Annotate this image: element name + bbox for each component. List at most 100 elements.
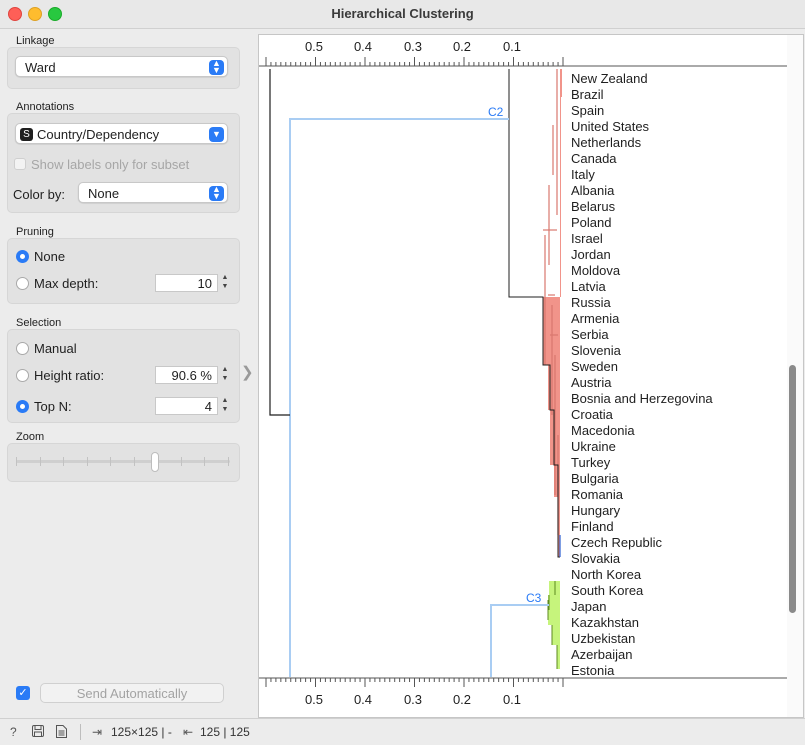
chevron-updown-icon: ▲ ▼	[209, 59, 224, 75]
title-bar: Hierarchical Clustering	[0, 0, 805, 29]
leaf-label[interactable]: Japan	[571, 599, 606, 614]
leaf-label[interactable]: Croatia	[571, 407, 614, 422]
leaf-label[interactable]: Sweden	[571, 359, 618, 374]
leaf-label[interactable]: Czech Republic	[571, 535, 663, 550]
root-branch	[269, 69, 290, 416]
max-depth-label: Max depth:	[34, 276, 99, 291]
leaf-label[interactable]: Azerbaijan	[571, 647, 632, 662]
zoom-box	[7, 443, 240, 482]
leaf-label[interactable]: Kazakhstan	[571, 615, 639, 630]
top-tick-0: 0.5	[305, 39, 323, 54]
cluster-label-c2: C2	[488, 105, 504, 119]
collapse-panel-arrow-icon[interactable]: ❯	[241, 363, 254, 381]
input-dims: 125×125 | -	[111, 725, 172, 739]
leaf-label[interactable]: Austria	[571, 375, 612, 390]
zoom-slider-tick	[86, 457, 88, 466]
leaf-label[interactable]: Uzbekistan	[571, 631, 635, 646]
top-n-input[interactable]: 4	[155, 397, 218, 415]
pruning-max-depth-radio[interactable]	[16, 277, 29, 290]
max-depth-input[interactable]: 10	[155, 274, 218, 292]
top-tick-1: 0.4	[354, 39, 372, 54]
height-ratio-stepper[interactable]: ▲ ▼	[220, 365, 230, 385]
chevron-down-icon: ▼	[209, 127, 224, 142]
help-icon[interactable]: ?	[10, 725, 17, 739]
leaf-label[interactable]: Latvia	[571, 279, 606, 294]
annotations-value: Country/Dependency	[37, 127, 160, 142]
leaf-label[interactable]: South Korea	[571, 583, 644, 598]
height-ratio-input[interactable]: 90.6 %	[155, 366, 218, 384]
leaf-label[interactable]: Italy	[571, 167, 595, 182]
selection-box: Manual Height ratio: 90.6 % ▲ ▼ Top N: 4 …	[7, 329, 240, 423]
zoom-section-label: Zoom	[16, 431, 45, 443]
pruning-section-label: Pruning	[16, 226, 54, 238]
height-ratio-label: Height ratio:	[34, 368, 105, 383]
zoom-slider-knob[interactable]	[151, 452, 160, 472]
top-tick-2: 0.3	[404, 39, 422, 54]
chevron-updown-icon: ▲ ▼	[209, 185, 224, 201]
leaf-label[interactable]: Russia	[571, 295, 612, 310]
annotations-select[interactable]: S Country/Dependency ▼	[15, 123, 228, 144]
status-bar: ? ⇥ 125×125 | - ⇤ 125 | 125	[0, 718, 805, 745]
leaf-label[interactable]: Hungary	[571, 503, 621, 518]
leaf-label[interactable]: Romania	[571, 487, 624, 502]
pruning-none-radio[interactable]	[16, 250, 29, 263]
status-divider	[80, 724, 81, 740]
subset-labels-label: Show labels only for subset	[31, 157, 190, 172]
pruning-none-label: None	[34, 249, 66, 264]
selection-section-label: Selection	[16, 317, 62, 329]
leaf-label[interactable]: Serbia	[571, 327, 609, 342]
bottom-tick-1: 0.4	[354, 692, 372, 707]
top-n-stepper[interactable]: ▲ ▼	[220, 396, 230, 416]
leaf-label[interactable]: North Korea	[571, 567, 642, 582]
cluster-c2-fill[interactable]	[509, 69, 562, 557]
selection-top-n-radio[interactable]	[16, 400, 29, 413]
leaf-label[interactable]: United States	[571, 119, 650, 134]
linkage-value: Ward	[25, 60, 56, 75]
leaf-label[interactable]: Poland	[571, 215, 611, 230]
leaf-label[interactable]: Armenia	[571, 311, 620, 326]
leaf-label[interactable]: Spain	[571, 103, 604, 118]
selection-height-ratio-radio[interactable]	[16, 369, 29, 382]
leaf-label[interactable]: Moldova	[571, 263, 621, 278]
dendrogram-view[interactable]: Lebanon New ZealandBrazilSpainUnited Sta…	[258, 34, 804, 718]
linkage-select[interactable]: Ward ▲ ▼	[15, 56, 228, 77]
annotations-section-label: Annotations	[16, 101, 75, 113]
scrollbar-thumb[interactable]	[789, 365, 796, 613]
manual-label: Manual	[34, 341, 77, 356]
output-icon: ⇤	[183, 725, 194, 739]
max-depth-stepper[interactable]: ▲ ▼	[220, 273, 230, 293]
leaf-label[interactable]: Belarus	[571, 199, 616, 214]
leaf-label[interactable]: Brazil	[571, 87, 604, 102]
leaf-label[interactable]: Macedonia	[571, 423, 635, 438]
zoom-slider-tick	[133, 457, 135, 466]
leaf-label[interactable]: New Zealand	[571, 71, 648, 86]
report-icon[interactable]	[56, 725, 67, 741]
send-automatically-button[interactable]: Send Automatically	[40, 683, 224, 703]
subset-labels-checkbox[interactable]	[14, 158, 26, 170]
save-icon[interactable]	[32, 725, 44, 740]
send-automatically-checkbox[interactable]: ✓	[16, 686, 30, 700]
leaf-label[interactable]: Jordan	[571, 247, 611, 262]
leaf-label[interactable]: Slovenia	[571, 343, 622, 358]
input-icon: ⇥	[92, 725, 103, 739]
top-n-label: Top N:	[34, 399, 72, 414]
leaf-label[interactable]: Israel	[571, 231, 603, 246]
leaf-label[interactable]: Bosnia and Herzegovina	[571, 391, 713, 406]
leaf-label[interactable]: Bulgaria	[571, 471, 619, 486]
leaf-label[interactable]: Ukraine	[571, 439, 616, 454]
bottom-axis: 0.5 0.4 0.3 0.2 0.1	[259, 677, 803, 717]
leaf-label[interactable]: Netherlands	[571, 135, 642, 150]
zoom-slider[interactable]	[16, 452, 230, 472]
leaf-label[interactable]: Estonia	[571, 663, 615, 678]
leaf-label[interactable]: Albania	[571, 183, 615, 198]
linkage-box: Ward ▲ ▼	[7, 47, 240, 89]
color-by-select[interactable]: None ▲ ▼	[78, 182, 228, 203]
cluster-c3-fill[interactable]	[548, 581, 560, 669]
bottom-tick-4: 0.1	[503, 692, 521, 707]
leaf-label[interactable]: Canada	[571, 151, 617, 166]
dendrogram-svg[interactable]: Lebanon New ZealandBrazilSpainUnited Sta…	[259, 35, 803, 717]
leaf-label[interactable]: Finland	[571, 519, 614, 534]
selection-manual-radio[interactable]	[16, 342, 29, 355]
leaf-label[interactable]: Turkey	[571, 455, 611, 470]
leaf-label[interactable]: Slovakia	[571, 551, 621, 566]
